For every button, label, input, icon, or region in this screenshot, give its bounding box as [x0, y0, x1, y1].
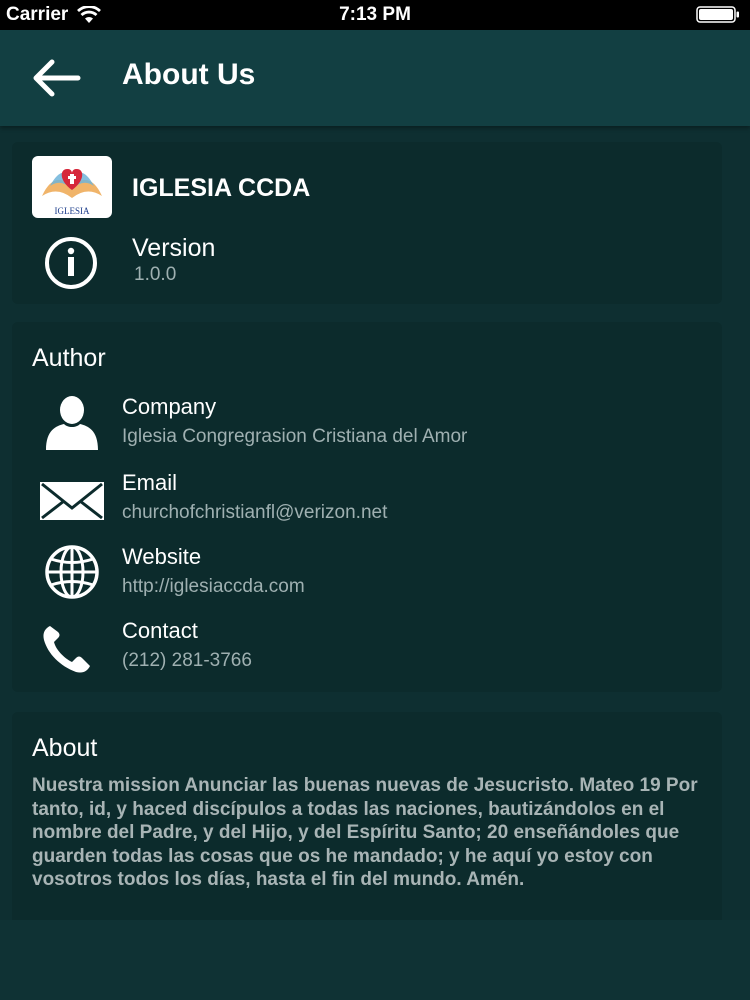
version-value: 1.0.0	[134, 264, 177, 285]
version-label: Version	[132, 234, 216, 262]
page-title: About Us	[122, 58, 256, 91]
author-section-title: Author	[32, 344, 106, 372]
status-time: 7:13 PM	[339, 4, 411, 25]
website-value[interactable]: http://iglesiaccda.com	[122, 576, 305, 598]
phone-icon	[43, 626, 90, 673]
back-arrow-icon[interactable]	[30, 58, 82, 98]
app-name: IGLESIA CCDA	[132, 174, 311, 202]
email-label: Email	[122, 470, 178, 495]
status-bar: Carrier 7:13 PM	[0, 0, 750, 30]
contact-value[interactable]: (212) 281-3766	[122, 650, 252, 672]
about-section-title: About	[32, 734, 98, 762]
battery-icon	[696, 6, 739, 23]
app-logo: IGLESIA	[32, 156, 112, 218]
company-value: Iglesia Congregrasion Cristiana del Amor	[122, 426, 468, 447]
person-icon	[46, 396, 98, 450]
content-scroll-area[interactable]: IGLESIA IGLESIA CCDA Version 1.0.0 Autho…	[0, 126, 750, 920]
email-value[interactable]: churchofchristianfl@verizon.net	[122, 502, 387, 524]
globe-icon	[45, 545, 99, 599]
church-logo-icon	[42, 168, 102, 198]
app-info-card: IGLESIA IGLESIA CCDA Version 1.0.0	[12, 142, 722, 304]
envelope-icon	[40, 482, 104, 520]
website-label: Website	[122, 544, 202, 569]
info-icon	[45, 237, 97, 289]
about-text: Nuestra mission Anunciar las buenas nuev…	[32, 775, 698, 890]
logo-text: IGLESIA	[54, 206, 90, 216]
company-label: Company	[122, 394, 217, 419]
bottom-area	[0, 920, 750, 1000]
navigation-bar: About Us	[0, 30, 750, 126]
contact-label: Contact	[122, 618, 198, 643]
author-card: Author Company Iglesia Congregrasion Cri…	[12, 322, 722, 692]
about-card: About Nuestra mission Anunciar las buena…	[12, 712, 722, 920]
